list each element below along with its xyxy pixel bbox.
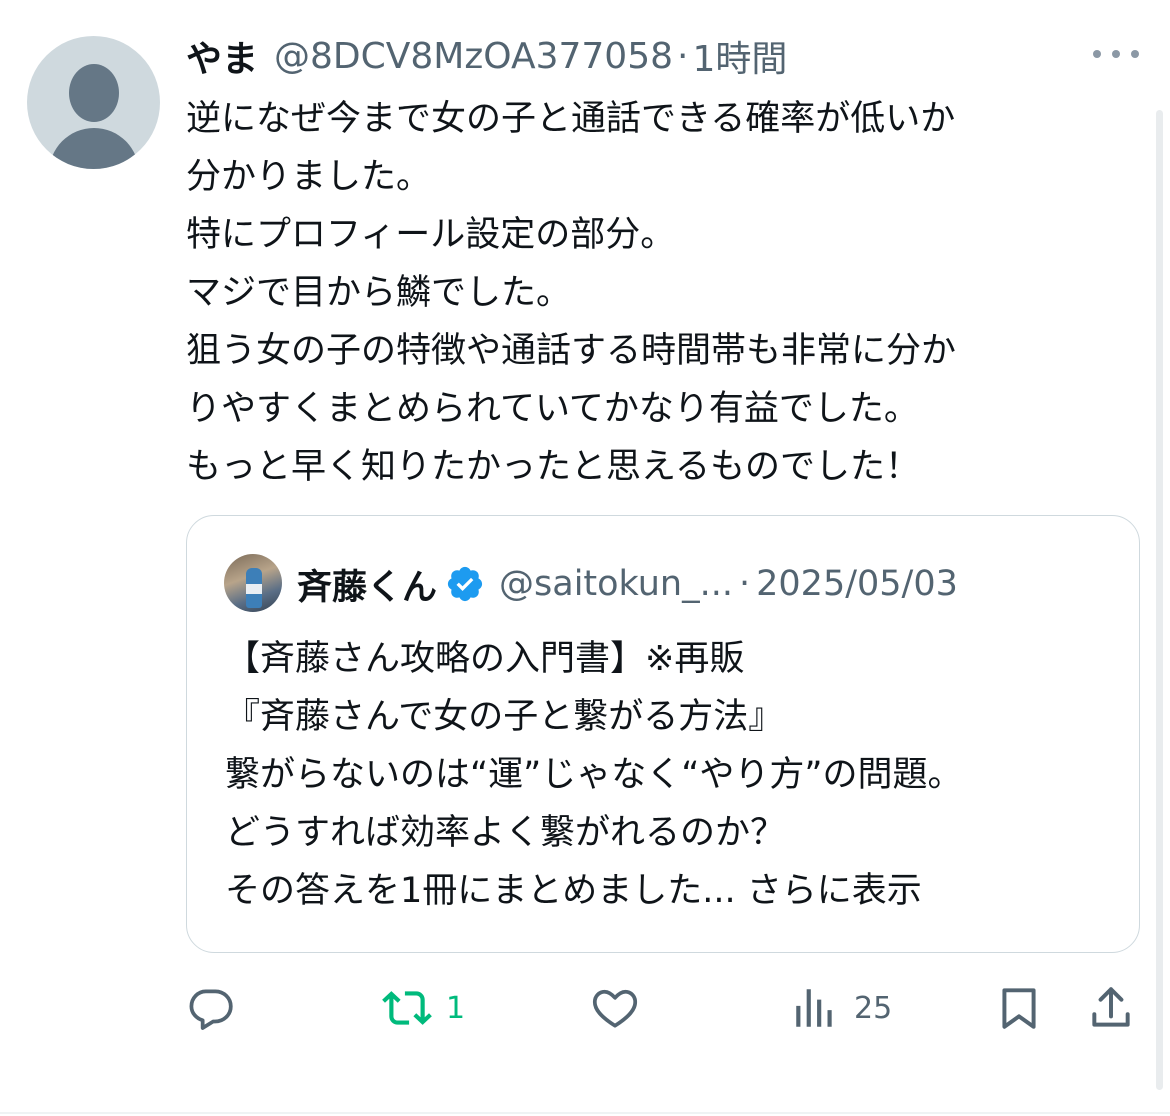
author-name[interactable]: やま	[186, 30, 258, 82]
verified-badge-icon	[447, 566, 483, 602]
post-time[interactable]: 1時間	[692, 30, 787, 82]
share-button[interactable]	[1086, 980, 1136, 1036]
quoted-post-text: 【斉藤さん攻略の入門書】※再販 『斉藤さんで女の子と繋がる方法』 繋がらないのは…	[225, 630, 1115, 920]
post-divider	[0, 1112, 1170, 1114]
avatar-shoulders	[49, 128, 139, 169]
retweet-count: 1	[446, 990, 466, 1026]
action-bar: 1 25	[186, 980, 1146, 1036]
views-count: 25	[854, 990, 893, 1026]
quoted-author-avatar[interactable]	[224, 554, 282, 612]
quoted-post-header: 斉藤くん @saitokun_... · 2025/05/03	[297, 556, 958, 612]
quoted-author-handle[interactable]: @saitokun_...	[499, 564, 733, 604]
avatar-head	[69, 64, 119, 122]
retweet-button[interactable]: 1	[382, 980, 465, 1036]
reply-button[interactable]	[186, 980, 250, 1036]
author-avatar[interactable]	[27, 36, 160, 169]
avatar-bottle-label	[246, 584, 262, 594]
more-dots-icon[interactable]	[1093, 39, 1139, 69]
like-button[interactable]	[590, 980, 654, 1036]
bookmark-button[interactable]	[994, 980, 1044, 1036]
post-text: 逆になぜ今まで女の子と通話できる確率が低いか 分かりました。 特にプロフィール設…	[186, 99, 957, 487]
quoted-meta-separator: ·	[739, 564, 751, 604]
retweet-icon	[382, 991, 432, 1025]
bookmark-icon	[1002, 988, 1036, 1029]
like-icon	[592, 989, 638, 1028]
reply-icon	[189, 989, 233, 1030]
quoted-post-date[interactable]: 2025/05/03	[756, 564, 958, 604]
scrollbar[interactable]	[1156, 110, 1163, 1090]
meta-separator: ·	[677, 35, 689, 77]
post-header: やま @8DCV8MzOA377058 · 1時間	[186, 30, 787, 82]
views-button[interactable]: 25	[790, 980, 892, 1036]
quoted-author-name[interactable]: 斉藤くん	[297, 559, 437, 610]
views-icon	[796, 989, 832, 1027]
share-icon	[1092, 987, 1130, 1027]
quoted-post[interactable]: 斉藤くん @saitokun_... · 2025/05/03 【斉藤さん攻略の…	[186, 515, 1140, 953]
show-more-link[interactable]: さらに表示	[747, 871, 922, 911]
author-handle[interactable]: @8DCV8MzOA377058	[274, 36, 673, 77]
